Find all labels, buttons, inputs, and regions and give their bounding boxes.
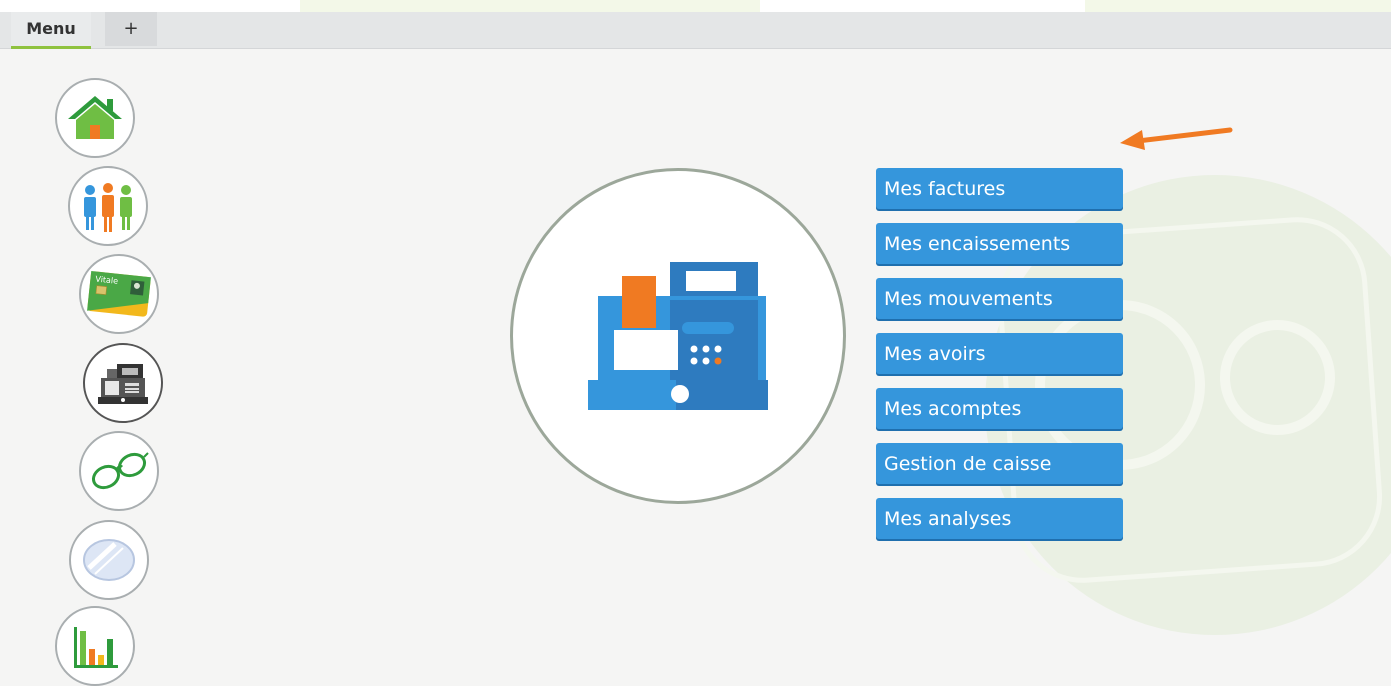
hero-cash-register (510, 168, 846, 504)
bar-chart-icon[interactable] (55, 606, 135, 686)
mes-encaissements-button[interactable]: Mes encaissements (876, 223, 1123, 264)
people-icon[interactable] (68, 166, 148, 246)
background-decoration (300, 0, 760, 12)
home-icon[interactable] (55, 78, 135, 158)
annotation-arrow (1120, 127, 1233, 150)
cash-register-icon[interactable] (83, 343, 163, 423)
mes-analyses-button[interactable]: Mes analyses (876, 498, 1123, 539)
mes-avoirs-button[interactable]: Mes avoirs (876, 333, 1123, 374)
tab-bar: Menu + (0, 12, 1391, 49)
gestion-de-caisse-button[interactable]: Gestion de caisse (876, 443, 1123, 484)
background-decoration (1085, 0, 1391, 12)
mes-mouvements-button[interactable]: Mes mouvements (876, 278, 1123, 319)
tab-menu[interactable]: Menu (11, 12, 91, 49)
vitale-card-icon[interactable]: Vitale (79, 254, 159, 334)
add-tab-button[interactable]: + (105, 12, 157, 46)
lens-icon[interactable] (69, 520, 149, 600)
background-watermark-lens (1220, 320, 1335, 435)
mes-factures-button[interactable]: Mes factures (876, 168, 1123, 209)
mes-acomptes-button[interactable]: Mes acomptes (876, 388, 1123, 429)
hero-cash-register-icon (588, 262, 768, 410)
glasses-icon[interactable] (79, 431, 159, 511)
